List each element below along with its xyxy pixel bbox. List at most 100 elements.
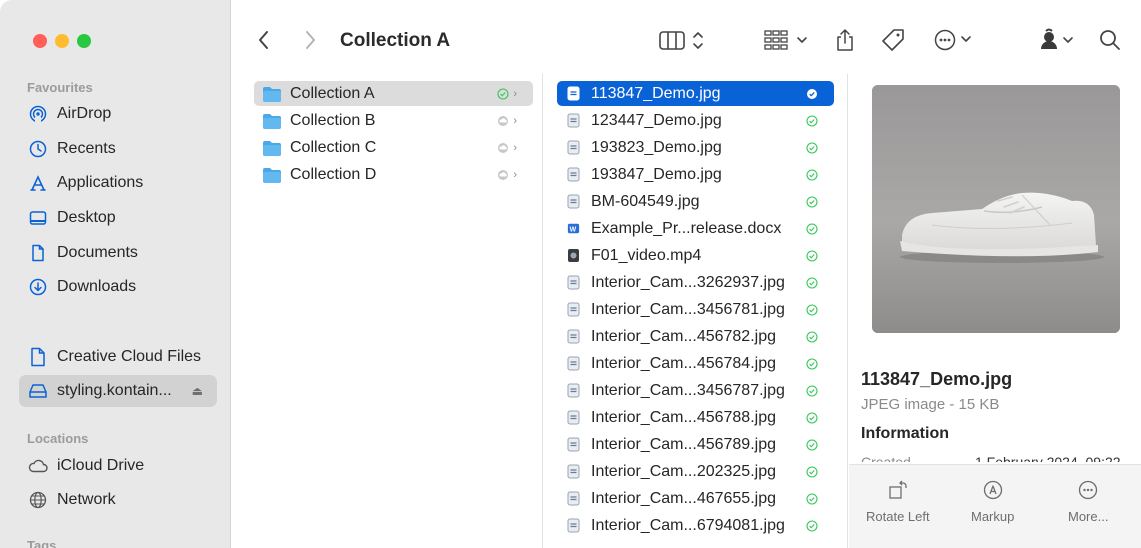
sync-status: › bbox=[497, 142, 517, 154]
file-label: Interior_Cam...456782.jpg bbox=[591, 327, 776, 345]
folder-label: Collection A bbox=[290, 84, 375, 102]
folder-row-collection-a[interactable]: Collection A › bbox=[254, 81, 533, 106]
zoom-button[interactable] bbox=[77, 34, 91, 48]
file-label: Interior_Cam...456789.jpg bbox=[591, 435, 776, 453]
files-column: 113847_Demo.jpg 123447_Demo.jpg 193823_Dem… bbox=[544, 74, 848, 548]
search-icon bbox=[1100, 30, 1120, 50]
check-circle-icon bbox=[806, 195, 818, 208]
file-row[interactable]: Interior_Cam...3456781.jpg bbox=[557, 297, 834, 322]
folder-icon bbox=[262, 140, 282, 156]
file-row[interactable]: Interior_Cam...202325.jpg bbox=[557, 459, 834, 484]
image-file-icon bbox=[567, 167, 580, 182]
sidebar-item-desktop[interactable]: Desktop bbox=[19, 202, 217, 234]
sidebar-item-applications[interactable]: Applications bbox=[19, 167, 217, 199]
check-circle-icon bbox=[806, 222, 818, 235]
action-menu-button[interactable] bbox=[933, 26, 975, 54]
sidebar-item-airdrop[interactable]: AirDrop bbox=[19, 98, 217, 130]
file-row[interactable]: Interior_Cam...456784.jpg bbox=[557, 351, 834, 376]
folder-row-collection-c[interactable]: Collection C › bbox=[254, 135, 533, 160]
user-menu-button[interactable] bbox=[1036, 26, 1076, 54]
file-row[interactable]: W Example_Pr...release.docx bbox=[557, 216, 834, 241]
image-file-icon-selected bbox=[567, 86, 580, 101]
sync-status: › bbox=[497, 88, 517, 100]
check-circle-icon bbox=[497, 87, 509, 100]
video-file-icon bbox=[567, 248, 580, 263]
sidebar-item-label: Applications bbox=[57, 174, 144, 191]
chevron-left-icon bbox=[259, 31, 268, 49]
file-label: 193823_Demo.jpg bbox=[591, 138, 722, 156]
eject-icon[interactable]: ⏏ bbox=[192, 384, 203, 398]
folder-icon bbox=[262, 86, 282, 102]
search-button[interactable] bbox=[1098, 26, 1122, 54]
window-controls bbox=[33, 34, 91, 48]
file-row[interactable]: Interior_Cam...3262937.jpg bbox=[557, 270, 834, 295]
sidebar-item-network[interactable]: Network bbox=[19, 484, 217, 516]
chevron-right-icon: › bbox=[513, 114, 517, 127]
file-label: Example_Pr...release.docx bbox=[591, 219, 782, 237]
minimize-button[interactable] bbox=[55, 34, 69, 48]
view-columns-button[interactable] bbox=[658, 26, 704, 54]
file-row[interactable]: Interior_Cam...6794081.jpg bbox=[557, 513, 834, 538]
created-value: 1 February 2024, 09:22 bbox=[975, 454, 1121, 462]
rotate-left-icon bbox=[889, 480, 907, 499]
file-row[interactable]: 113847_Demo.jpg bbox=[557, 81, 834, 106]
image-file-icon bbox=[567, 302, 580, 317]
check-circle-icon bbox=[806, 465, 818, 478]
check-circle-icon bbox=[806, 168, 818, 181]
file-row[interactable]: Interior_Cam...3456787.jpg bbox=[557, 378, 834, 403]
preview-thumbnail bbox=[872, 85, 1120, 333]
sidebar-item-documents[interactable]: Documents bbox=[19, 237, 217, 269]
tag-button[interactable] bbox=[880, 26, 906, 54]
file-row[interactable]: 193823_Demo.jpg bbox=[557, 135, 834, 160]
sync-status: › bbox=[497, 115, 517, 127]
sidebar-item-styling-drive[interactable]: styling.kontain... ⏏ bbox=[19, 375, 217, 407]
word-doc-icon: W bbox=[567, 221, 580, 236]
forward-button[interactable] bbox=[303, 26, 317, 54]
file-label: Interior_Cam...456784.jpg bbox=[591, 354, 776, 372]
markup-label: Markup bbox=[971, 509, 1015, 524]
more-button[interactable]: More... bbox=[1068, 479, 1108, 524]
group-button[interactable] bbox=[764, 26, 812, 54]
sidebar-item-recents[interactable]: Recents bbox=[19, 133, 217, 165]
document-icon bbox=[28, 243, 48, 263]
tag-icon bbox=[882, 29, 904, 51]
check-circle-icon bbox=[806, 249, 818, 262]
check-circle-icon bbox=[806, 357, 818, 370]
user-icon bbox=[1041, 28, 1073, 49]
sidebar-item-creative-cloud[interactable]: Creative Cloud Files bbox=[19, 341, 217, 373]
sidebar-item-downloads[interactable]: Downloads bbox=[19, 271, 217, 303]
folder-row-collection-d[interactable]: Collection D › bbox=[254, 162, 533, 187]
sidebar-item-label: iCloud Drive bbox=[57, 457, 145, 474]
file-label: BM-604549.jpg bbox=[591, 192, 700, 210]
file-row[interactable]: Interior_Cam...456789.jpg bbox=[557, 432, 834, 457]
sidebar-item-label: AirDrop bbox=[57, 105, 112, 122]
preview-filetype: JPEG image - 15 KB bbox=[861, 396, 1000, 413]
file-row[interactable]: 193847_Demo.jpg bbox=[557, 162, 834, 187]
image-file-icon bbox=[567, 113, 580, 128]
folder-row-collection-b[interactable]: Collection B › bbox=[254, 108, 533, 133]
airdrop-icon bbox=[28, 104, 48, 124]
globe-icon bbox=[28, 490, 48, 510]
file-row[interactable]: 123447_Demo.jpg bbox=[557, 108, 834, 133]
sidebar-item-label: Downloads bbox=[57, 278, 137, 295]
rotate-left-button[interactable]: Rotate Left bbox=[866, 479, 930, 524]
file-row[interactable]: Interior_Cam...467655.jpg bbox=[557, 486, 834, 511]
file-row[interactable]: Interior_Cam...456782.jpg bbox=[557, 324, 834, 349]
file-row[interactable]: F01_video.mp4 bbox=[557, 243, 834, 268]
file-row[interactable]: BM-604549.jpg bbox=[557, 189, 834, 214]
file-label: Interior_Cam...6794081.jpg bbox=[591, 516, 785, 534]
close-button[interactable] bbox=[33, 34, 47, 48]
sidebar-item-icloud[interactable]: iCloud Drive bbox=[19, 450, 217, 482]
created-row: Created 1 February 2024, 09:22 bbox=[861, 452, 1141, 462]
folder-label: Collection D bbox=[290, 165, 377, 183]
cloud-status-icon bbox=[498, 142, 509, 153]
image-file-icon bbox=[567, 140, 580, 155]
cloud-status-icon bbox=[498, 169, 509, 180]
markup-button[interactable]: Markup bbox=[971, 479, 1014, 524]
share-button[interactable] bbox=[836, 26, 854, 54]
back-button[interactable] bbox=[257, 26, 271, 54]
preview-filename: 113847_Demo.jpg bbox=[861, 369, 1013, 389]
chevron-right-icon: › bbox=[513, 168, 517, 181]
sidebar-item-label: Documents bbox=[57, 244, 138, 261]
file-row[interactable]: Interior_Cam...456788.jpg bbox=[557, 405, 834, 430]
